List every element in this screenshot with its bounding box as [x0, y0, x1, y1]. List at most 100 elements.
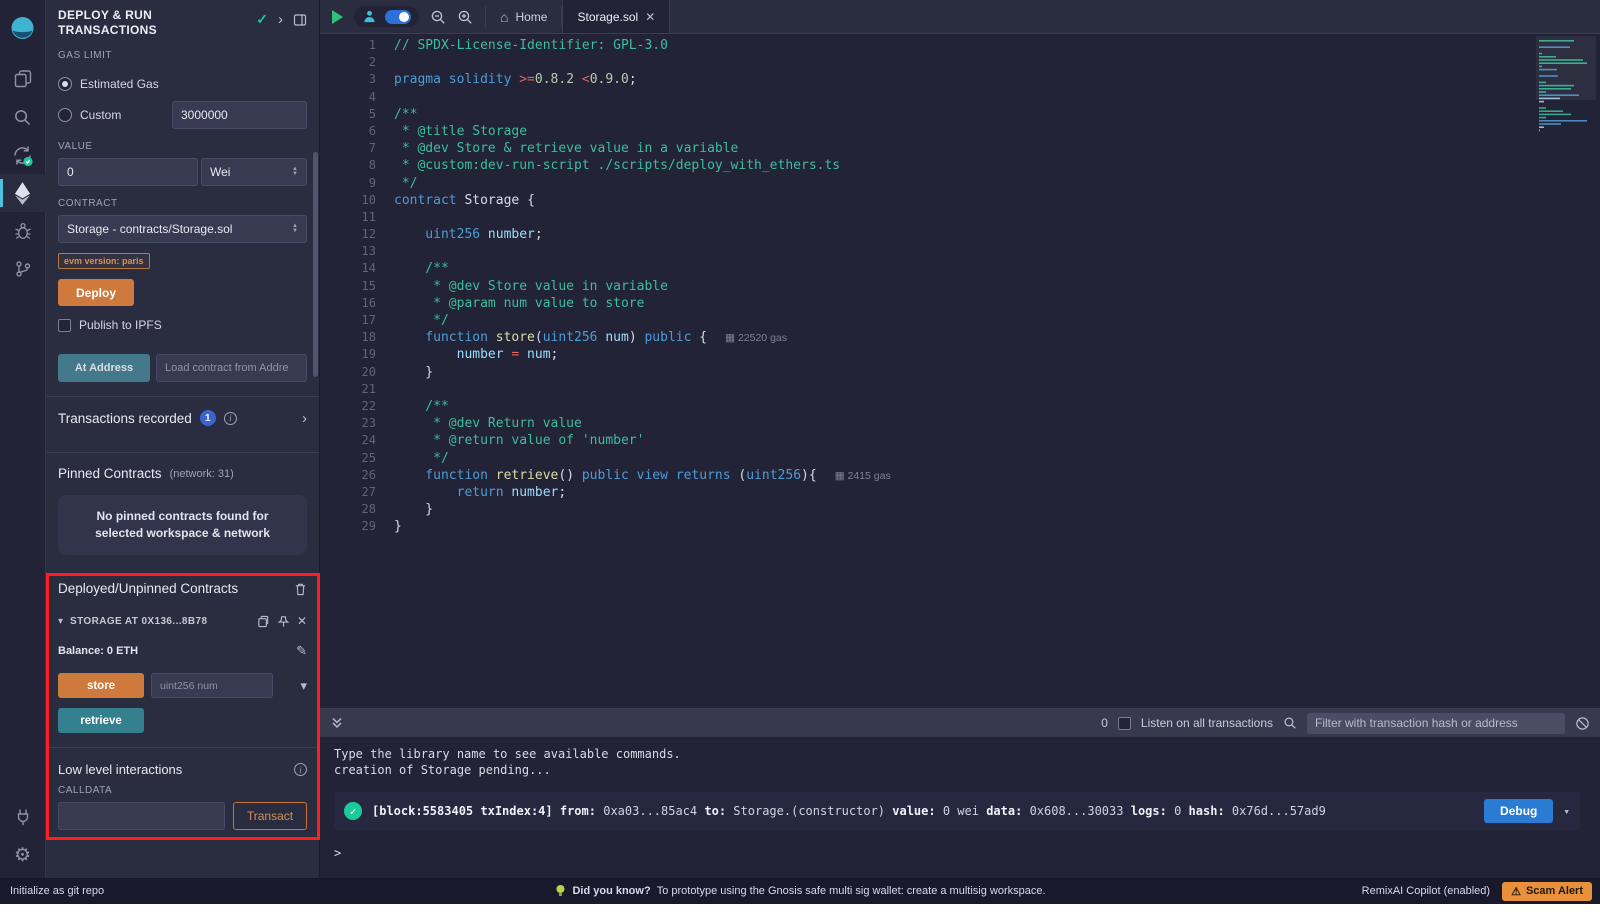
transact-button[interactable]: Transact	[233, 802, 307, 830]
minimap-viewport[interactable]	[1536, 36, 1596, 100]
code-line[interactable]: 5/**	[320, 106, 1600, 123]
transactions-recorded-label: Transactions recorded	[58, 411, 192, 426]
code-line[interactable]: 6 * @title Storage	[320, 123, 1600, 140]
search-icon[interactable]	[1283, 716, 1297, 730]
plugin-manager-icon[interactable]	[0, 798, 46, 836]
edit-icon[interactable]: ✎	[296, 643, 307, 659]
code-line[interactable]: 28 }	[320, 501, 1600, 518]
chevron-down-icon[interactable]: ▾	[1563, 805, 1570, 818]
copilot-status[interactable]: RemixAI Copilot (enabled)	[1362, 885, 1490, 897]
tab-storage-sol[interactable]: Storage.sol ✕	[562, 0, 670, 33]
code-line[interactable]: 19 number = num;	[320, 346, 1600, 363]
transactions-recorded-row[interactable]: Transactions recorded 1 i ›	[58, 397, 307, 438]
code-line[interactable]: 15 * @dev Store value in variable	[320, 278, 1600, 295]
code-line[interactable]: 29}	[320, 518, 1600, 535]
custom-gas-radio[interactable]	[58, 108, 72, 122]
code-line[interactable]: 20 }	[320, 364, 1600, 381]
deploy-run-icon[interactable]	[0, 174, 46, 212]
at-address-input[interactable]	[156, 354, 307, 382]
info-icon[interactable]: i	[294, 763, 307, 776]
git-init-button[interactable]: Initialize as git repo	[10, 885, 104, 897]
code-line[interactable]: 21	[320, 381, 1600, 398]
line-number: 7	[320, 140, 376, 157]
terminal-filter-input[interactable]	[1307, 713, 1565, 734]
value-unit-select[interactable]: Wei ▲▼	[201, 158, 307, 186]
clear-console-icon[interactable]	[1575, 716, 1590, 731]
code-line[interactable]: 17 */	[320, 312, 1600, 329]
calldata-input[interactable]	[58, 802, 225, 830]
contract-select[interactable]: Storage - contracts/Storage.sol ▲▼	[58, 215, 307, 243]
value-input[interactable]	[58, 158, 198, 186]
code-line[interactable]: 27 return number;	[320, 484, 1600, 501]
code-line[interactable]: 2	[320, 54, 1600, 71]
store-args-input[interactable]	[151, 673, 273, 698]
custom-gas-input[interactable]	[172, 101, 307, 129]
panel-header: DEPLOY & RUN TRANSACTIONS ✓ ›	[58, 8, 307, 38]
line-number: 17	[320, 312, 376, 329]
debugger-icon[interactable]	[0, 212, 46, 250]
terminal-body[interactable]: Type the library name to see available c…	[320, 737, 1600, 878]
code-line[interactable]: 1// SPDX-License-Identifier: GPL-3.0	[320, 37, 1600, 54]
at-address-button[interactable]: At Address	[58, 354, 150, 382]
remix-logo[interactable]	[0, 6, 46, 50]
deployed-contract-row[interactable]: ▾ STORAGE AT 0X136...8B78	[58, 614, 307, 628]
trash-icon[interactable]	[294, 582, 307, 596]
code-line[interactable]: 9 */	[320, 175, 1600, 192]
retrieve-button[interactable]: retrieve	[58, 708, 144, 733]
code-line[interactable]: 22 /**	[320, 398, 1600, 415]
code-line[interactable]: 24 * @return value of 'number'	[320, 432, 1600, 449]
code-line[interactable]: 12 uint256 number;	[320, 226, 1600, 243]
code-line[interactable]: 18 function store(uint256 num) public {▦…	[320, 329, 1600, 346]
pin-panel-icon[interactable]	[293, 13, 307, 27]
code-line[interactable]: 25 */	[320, 450, 1600, 467]
code-editor[interactable]: 1// SPDX-License-Identifier: GPL-3.023pr…	[320, 34, 1600, 708]
code-line[interactable]: 13	[320, 243, 1600, 260]
user-icon[interactable]	[362, 9, 377, 24]
chevron-right-icon[interactable]: ›	[278, 12, 283, 27]
scam-alert-button[interactable]: ⚠ Scam Alert	[1502, 882, 1592, 901]
estimated-gas-option[interactable]: Estimated Gas	[58, 73, 307, 95]
line-number: 3	[320, 71, 376, 88]
code-line[interactable]: 10contract Storage {	[320, 192, 1600, 209]
tab-home[interactable]: ⌂ Home	[486, 0, 561, 33]
info-icon[interactable]: i	[224, 412, 237, 425]
chevron-down-icon[interactable]: ▾	[300, 678, 307, 694]
deploy-button[interactable]: Deploy	[58, 279, 134, 306]
pin-icon[interactable]	[277, 615, 290, 628]
code-line[interactable]: 11	[320, 209, 1600, 226]
settings-icon[interactable]: ⚙	[0, 836, 46, 874]
solidity-compiler-icon[interactable]	[0, 136, 46, 174]
code-line[interactable]: 16 * @param num value to store	[320, 295, 1600, 312]
git-icon[interactable]	[0, 250, 46, 288]
sidepanel-scrollbar[interactable]	[313, 152, 318, 377]
estimated-gas-radio[interactable]	[58, 77, 72, 91]
expand-terminal-icon[interactable]	[330, 716, 344, 730]
code-line[interactable]: 23 * @dev Return value	[320, 415, 1600, 432]
close-icon[interactable]: ✕	[297, 614, 307, 628]
minimap[interactable]	[1536, 36, 1596, 148]
code-line[interactable]: 8 * @custom:dev-run-script ./scripts/dep…	[320, 157, 1600, 174]
code-line[interactable]: 4	[320, 89, 1600, 106]
copilot-toggle[interactable]	[385, 10, 411, 24]
code-line[interactable]: 3pragma solidity >=0.8.2 <0.9.0;	[320, 71, 1600, 88]
zoom-out-icon[interactable]	[430, 9, 446, 25]
chevron-down-icon[interactable]: ▾	[58, 616, 63, 627]
terminal: 0 Listen on all transactions	[320, 708, 1600, 878]
zoom-in-icon[interactable]	[457, 9, 473, 25]
publish-ipfs-checkbox[interactable]	[58, 319, 71, 332]
transaction-log-row[interactable]: ✓ [block:5583405 txIndex:4] from: 0xa03.…	[334, 792, 1580, 830]
store-button[interactable]: store	[58, 673, 144, 698]
code-line[interactable]: 26 function retrieve() public view retur…	[320, 467, 1600, 484]
run-script-icon[interactable]	[332, 10, 343, 24]
copy-icon[interactable]	[257, 615, 270, 628]
search-icon[interactable]	[0, 98, 46, 136]
chevron-right-icon[interactable]: ›	[302, 411, 307, 426]
calldata-label: CALLDATA	[58, 785, 307, 796]
debug-button[interactable]: Debug	[1484, 799, 1553, 823]
close-tab-icon[interactable]: ✕	[645, 10, 655, 24]
listen-all-checkbox[interactable]	[1118, 717, 1131, 730]
file-explorer-icon[interactable]	[0, 60, 46, 98]
code-line[interactable]: 14 /**	[320, 260, 1600, 277]
terminal-prompt[interactable]: >	[334, 846, 1586, 860]
code-line[interactable]: 7 * @dev Store & retrieve value in a var…	[320, 140, 1600, 157]
